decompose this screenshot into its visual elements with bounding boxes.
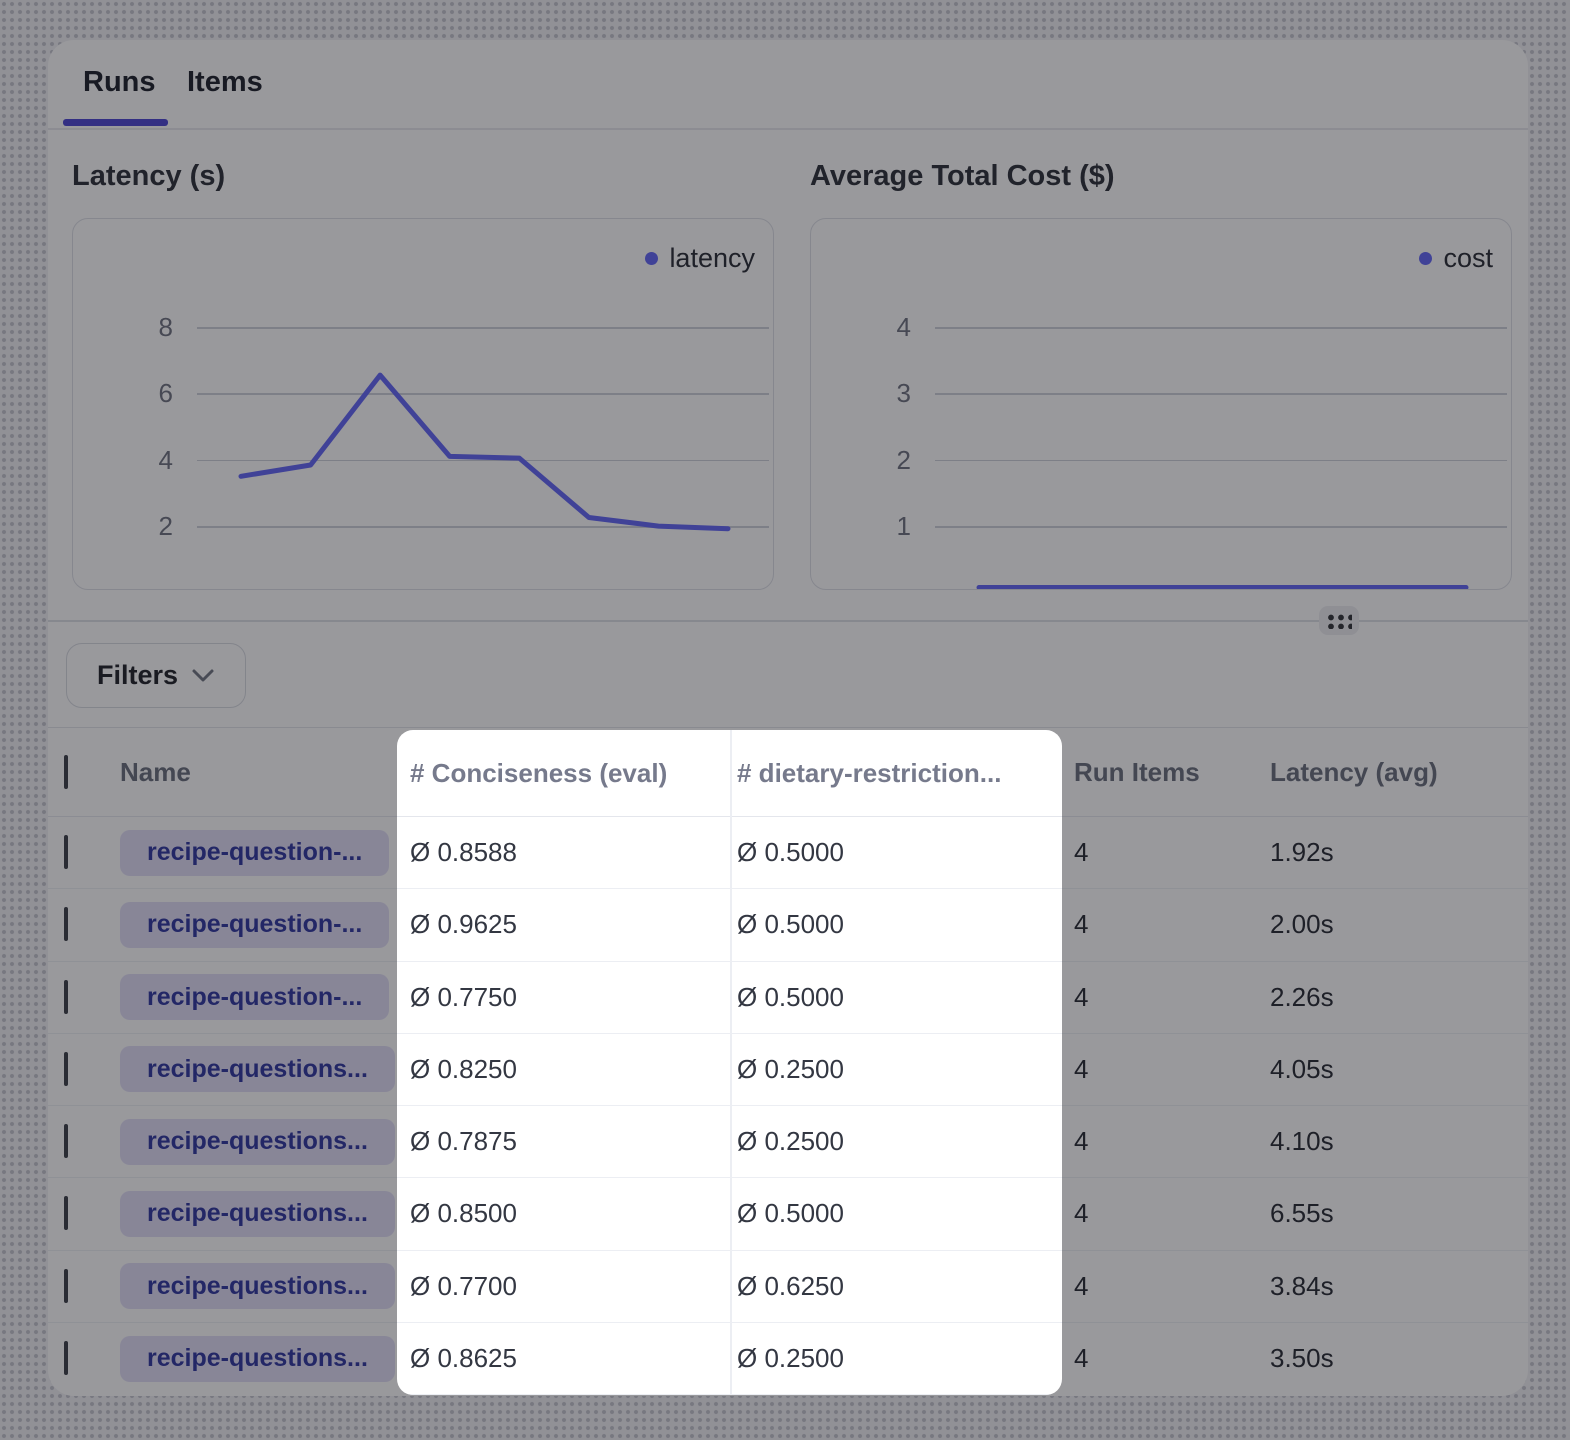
dietary-score-cell: Ø 0.5000 [730, 982, 1062, 1013]
dietary-score-cell: Ø 0.6250 [730, 1271, 1062, 1302]
spotlight-highlighted-columns: # Conciseness (eval) # dietary-restricti… [397, 730, 1062, 1395]
column-header-conciseness: # Conciseness (eval) [397, 758, 730, 789]
conciseness-score-cell: Ø 0.7875 [397, 1126, 730, 1157]
conciseness-score-cell: Ø 0.8625 [397, 1343, 730, 1374]
conciseness-score-cell: Ø 0.8250 [397, 1054, 730, 1085]
dietary-score-cell: Ø 0.2500 [730, 1126, 1062, 1157]
conciseness-score-cell: Ø 0.7750 [397, 982, 730, 1013]
spotlight-column-divider [730, 730, 732, 1395]
dietary-score-cell: Ø 0.5000 [730, 909, 1062, 940]
dietary-score-cell: Ø 0.2500 [730, 1054, 1062, 1085]
conciseness-score-cell: Ø 0.9625 [397, 909, 730, 940]
dietary-score-cell: Ø 0.2500 [730, 1343, 1062, 1374]
conciseness-score-cell: Ø 0.8500 [397, 1198, 730, 1229]
dietary-score-cell: Ø 0.5000 [730, 837, 1062, 868]
dietary-score-cell: Ø 0.5000 [730, 1198, 1062, 1229]
conciseness-score-cell: Ø 0.7700 [397, 1271, 730, 1302]
page-background: Runs Items Latency (s) latency 8642 Aver… [0, 0, 1570, 1440]
conciseness-score-cell: Ø 0.8588 [397, 837, 730, 868]
column-header-dietary: # dietary-restriction... [730, 758, 1062, 789]
